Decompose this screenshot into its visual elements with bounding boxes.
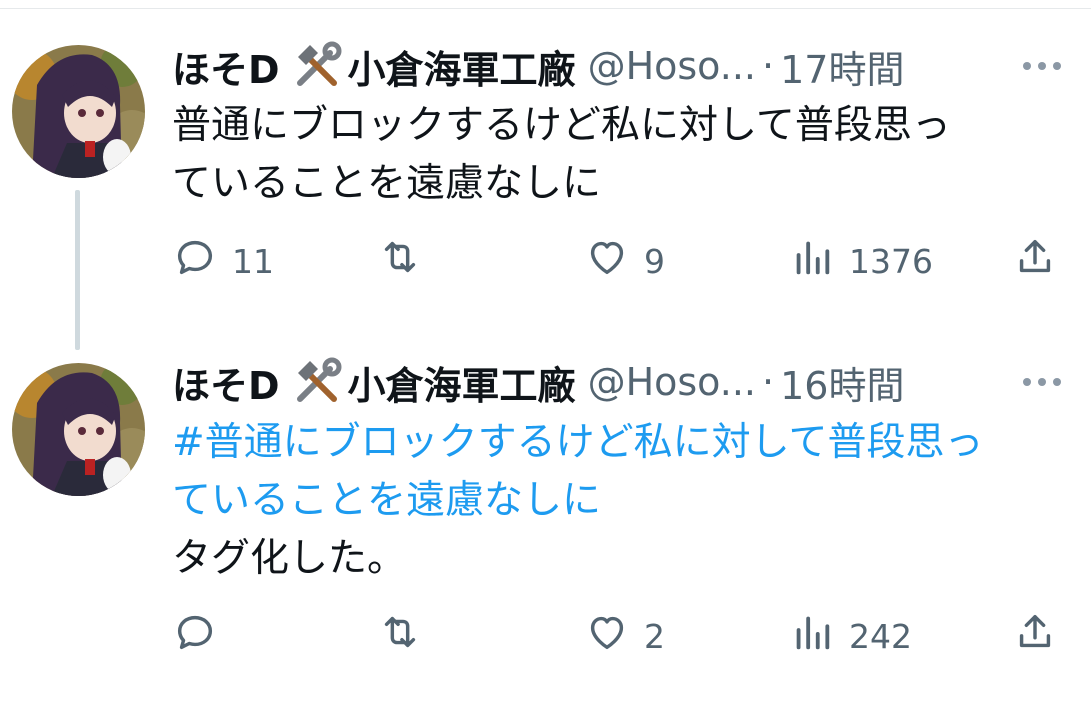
- reply-button[interactable]: 11: [172, 236, 274, 286]
- tweet-text-line: タグ化した。: [172, 536, 407, 581]
- hammer-wrench-icon: [290, 355, 344, 409]
- tweet-text: #普通にブロックするけど私に対して普段思っ ていることを遠慮なしに タグ化した。: [172, 414, 1062, 588]
- views-button[interactable]: 242: [789, 611, 912, 661]
- like-count: 2: [644, 616, 665, 656]
- reply-count: 11: [232, 241, 274, 281]
- tweet-header: ほそD 小倉海軍工廠 @Hoso... · 17時間: [172, 36, 904, 96]
- like-icon: [584, 234, 630, 288]
- like-icon: [584, 609, 630, 663]
- reply-icon: [172, 609, 218, 663]
- like-button[interactable]: 9: [584, 236, 665, 286]
- separator-dot: ·: [762, 44, 775, 88]
- reply-icon: [172, 234, 218, 288]
- views-count: 242: [849, 616, 912, 656]
- retweet-icon: [377, 609, 423, 663]
- more-icon[interactable]: [1023, 36, 1061, 96]
- separator-dot: ·: [762, 360, 775, 404]
- share-icon: [1012, 234, 1058, 288]
- top-divider: [0, 8, 1091, 9]
- author-handle[interactable]: @Hoso...: [588, 44, 756, 88]
- hammer-wrench-icon: [290, 39, 344, 93]
- tweet-text-line: ていることを遠慮なしに: [172, 161, 602, 206]
- tweet-text: 普通にブロックするけど私に対して普段思っ ていることを遠慮なしに: [172, 97, 1062, 213]
- views-icon: [789, 234, 835, 288]
- author-name[interactable]: ほそD 小倉海軍工廠: [172, 39, 576, 94]
- author-handle[interactable]: @Hoso...: [588, 360, 756, 404]
- timestamp[interactable]: 17時間: [780, 39, 904, 94]
- share-button[interactable]: [1012, 236, 1058, 286]
- share-icon: [1012, 609, 1058, 663]
- retweet-icon: [377, 234, 423, 288]
- views-count: 1376: [849, 241, 933, 281]
- share-button[interactable]: [1012, 611, 1058, 661]
- retweet-button[interactable]: [377, 236, 437, 286]
- avatar[interactable]: [12, 363, 145, 496]
- reply-button[interactable]: [172, 611, 232, 661]
- retweet-button[interactable]: [377, 611, 437, 661]
- timestamp[interactable]: 16時間: [780, 355, 904, 410]
- avatar[interactable]: [12, 45, 145, 178]
- like-button[interactable]: 2: [584, 611, 665, 661]
- more-icon[interactable]: [1023, 352, 1061, 412]
- hashtag-link[interactable]: #普通にブロックするけど私に対して普段思っ: [172, 414, 1062, 472]
- action-bar: 2 242: [172, 611, 1072, 661]
- thread-connector-line: [75, 190, 80, 350]
- views-icon: [789, 609, 835, 663]
- hashtag-link[interactable]: ていることを遠慮なしに: [172, 472, 1062, 530]
- tweet-text-line: 普通にブロックするけど私に対して普段思っ: [172, 103, 951, 148]
- action-bar: 11 9 1376: [172, 236, 1072, 286]
- like-count: 9: [644, 241, 665, 281]
- tweet-header: ほそD 小倉海軍工廠 @Hoso... · 16時間: [172, 352, 904, 412]
- author-name[interactable]: ほそD 小倉海軍工廠: [172, 355, 576, 410]
- views-button[interactable]: 1376: [789, 236, 933, 286]
